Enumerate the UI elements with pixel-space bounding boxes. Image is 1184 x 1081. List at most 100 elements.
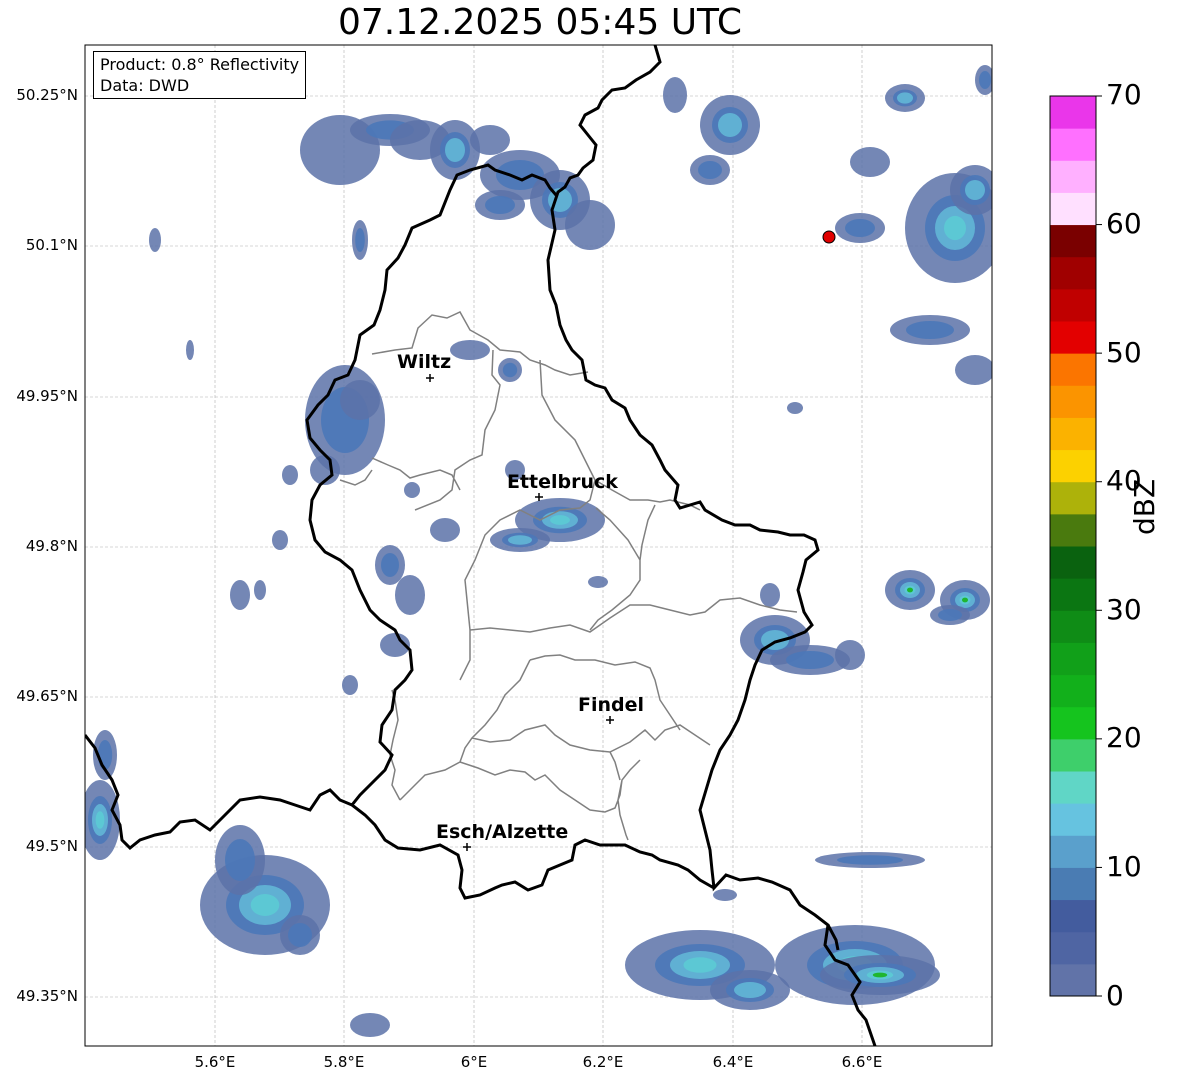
lat-tick-label: 49.5°N: [25, 837, 78, 855]
radar-echo: [381, 553, 399, 577]
data-source-label: Data: DWD: [100, 76, 190, 95]
radar-echo: [395, 575, 425, 615]
radar-echo: [508, 535, 532, 545]
lon-tick-label: 5.8°E: [323, 1053, 365, 1071]
radar-echoes: [85, 65, 992, 1037]
city-marker: [463, 843, 471, 851]
lon-tick-label: 6.2°E: [582, 1053, 624, 1071]
colorbar-segment: [1050, 256, 1096, 290]
radar-echo: [962, 597, 968, 603]
lat-tick-label: 49.95°N: [16, 387, 78, 405]
radar-echo: [470, 125, 510, 155]
radar-echo: [760, 583, 780, 607]
lon-tick-label: 5.6°E: [194, 1053, 236, 1071]
map-canvas: [84, 44, 1102, 1047]
radar-echo: [837, 855, 903, 865]
city-label-findel: Findel: [578, 694, 645, 716]
radar-echo: [288, 923, 312, 947]
radar-echo: [502, 362, 518, 378]
colorbar-segment: [1050, 867, 1096, 901]
radar-echo: [340, 380, 380, 420]
colorbar-segment: [1050, 96, 1096, 129]
radar-echo: [254, 580, 266, 600]
radar-site-marker: [822, 230, 836, 244]
radar-echo: [97, 740, 113, 770]
radar-echo: [355, 228, 365, 252]
lat-tick-label: 49.65°N: [16, 687, 78, 705]
colorbar-segment: [1050, 963, 1096, 997]
radar-echo: [445, 138, 465, 162]
colorbar-segment: [1050, 513, 1096, 547]
radar-echo: [872, 972, 888, 978]
radar-echo: [850, 147, 890, 177]
radar-echo: [845, 219, 875, 237]
colorbar-segment: [1050, 610, 1096, 643]
radar-echo: [965, 180, 985, 200]
lat-tick-label: 50.1°N: [25, 236, 78, 254]
lat-tick-label: 49.8°N: [25, 537, 78, 555]
radar-echo: [550, 515, 570, 525]
radar-echo: [485, 196, 515, 214]
product-info-box: Product: 0.8° Reflectivity Data: DWD: [93, 51, 307, 99]
radar-echo: [979, 71, 991, 89]
lon-tick-label: 6.6°E: [841, 1053, 883, 1071]
lon-tick-label: 6.4°E: [712, 1053, 754, 1071]
radar-echo: [683, 957, 717, 973]
radar-echo: [835, 640, 865, 670]
radar-echo: [149, 228, 161, 252]
colorbar-segment: [1050, 642, 1096, 676]
radar-echo: [430, 518, 460, 542]
colorbar-segment: [1050, 385, 1096, 418]
colorbar-segment: [1050, 321, 1096, 354]
colorbar-tick-label: 0: [1106, 979, 1124, 1012]
colorbar-segment: [1050, 224, 1096, 258]
radar-echo: [404, 482, 420, 498]
radar-echo: [944, 215, 966, 241]
lat-tick-label: 50.25°N: [16, 86, 78, 104]
radar-echo: [938, 609, 962, 621]
colorbar-segment: [1050, 546, 1096, 579]
colorbar-segment: [1050, 417, 1096, 451]
colorbar: [1049, 95, 1102, 997]
radar-echo: [272, 530, 288, 550]
city-marker: [535, 493, 543, 501]
colorbar-segment: [1050, 835, 1096, 868]
radar-echo: [787, 402, 803, 414]
product-label: Product: 0.8° Reflectivity: [100, 55, 300, 74]
city-marker: [426, 374, 434, 382]
colorbar-segment: [1050, 931, 1096, 965]
radar-echo: [342, 675, 358, 695]
colorbar-segment: [1050, 706, 1096, 740]
city-markers: [426, 374, 614, 851]
radar-echo: [230, 580, 250, 610]
colorbar-segment: [1050, 738, 1096, 772]
radar-echo: [897, 92, 913, 104]
colorbar-tick-label: 60: [1106, 207, 1142, 240]
lon-tick-label: 6°E: [460, 1053, 488, 1071]
city-label-ettelbruck: Ettelbruck: [507, 471, 618, 493]
radar-echo: [282, 465, 298, 485]
radar-echo: [225, 839, 255, 881]
radar-echo: [663, 77, 687, 113]
radar-echo: [95, 811, 105, 829]
colorbar-unit-label: dBZ: [1128, 478, 1161, 535]
radar-echo: [718, 113, 742, 137]
colorbar-tick-label: 10: [1106, 850, 1142, 883]
radar-echo: [786, 651, 834, 669]
colorbar-segment: [1050, 578, 1096, 611]
radar-echo: [450, 340, 490, 360]
colorbar-segment: [1050, 674, 1096, 708]
colorbar-tick-label: 50: [1106, 336, 1142, 369]
radar-echo: [955, 355, 992, 385]
radar-echo: [906, 321, 954, 339]
city-label-wiltz: Wiltz: [397, 351, 452, 373]
colorbar-tick-label: 70: [1106, 78, 1142, 111]
colorbar-segment: [1050, 288, 1096, 322]
colorbar-segment: [1050, 899, 1096, 933]
radar-echo: [250, 894, 280, 916]
radar-echo: [713, 889, 737, 901]
radar-echo: [565, 200, 615, 250]
radar-echo: [907, 587, 913, 593]
colorbar-segment: [1050, 128, 1096, 161]
lat-tick-label: 49.35°N: [16, 987, 78, 1005]
